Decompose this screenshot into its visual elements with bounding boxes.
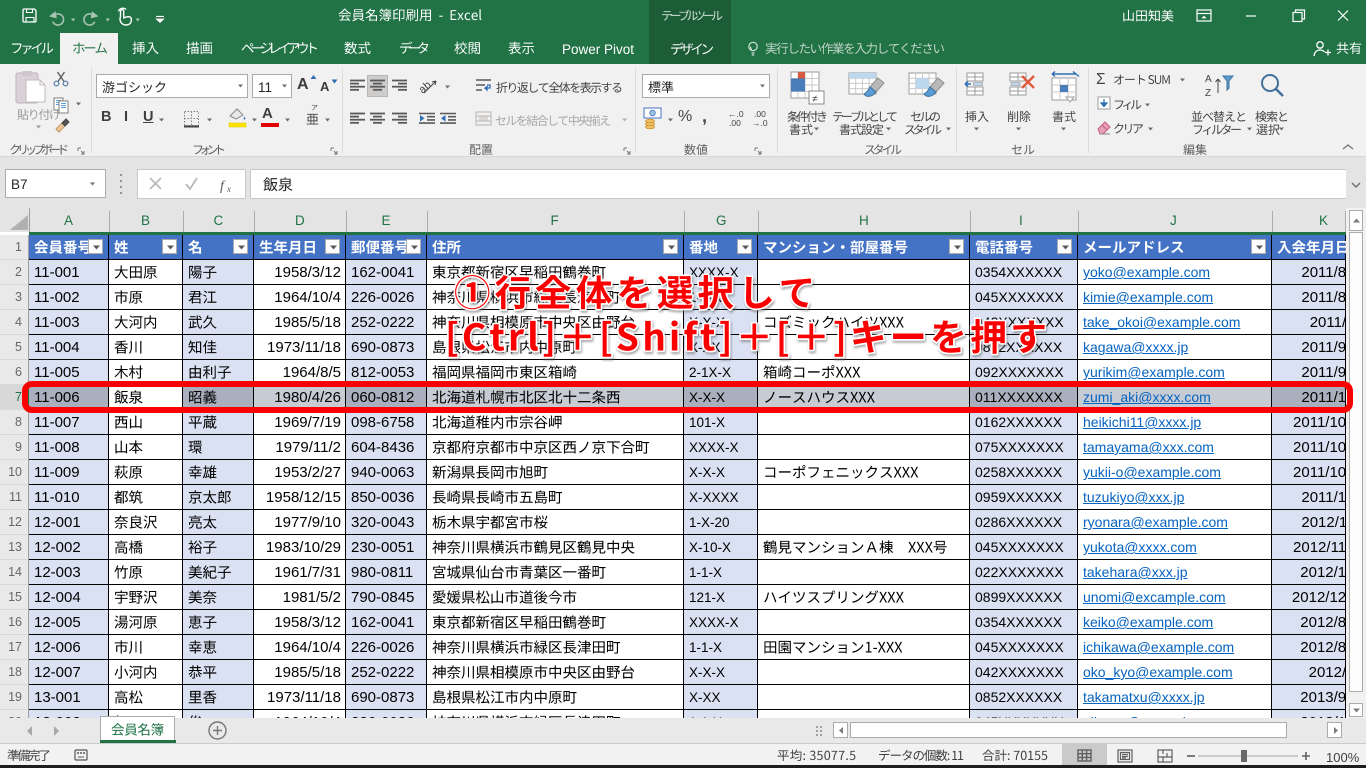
svg-text:Z: Z (1205, 88, 1211, 99)
svg-text:f: f (220, 179, 226, 194)
svg-text:≠: ≠ (812, 94, 818, 105)
svg-text:→.0: →.0 (752, 118, 768, 128)
svg-text:.00: .00 (729, 118, 741, 128)
svg-text:x: x (226, 184, 231, 194)
svg-text:A: A (1205, 74, 1212, 85)
